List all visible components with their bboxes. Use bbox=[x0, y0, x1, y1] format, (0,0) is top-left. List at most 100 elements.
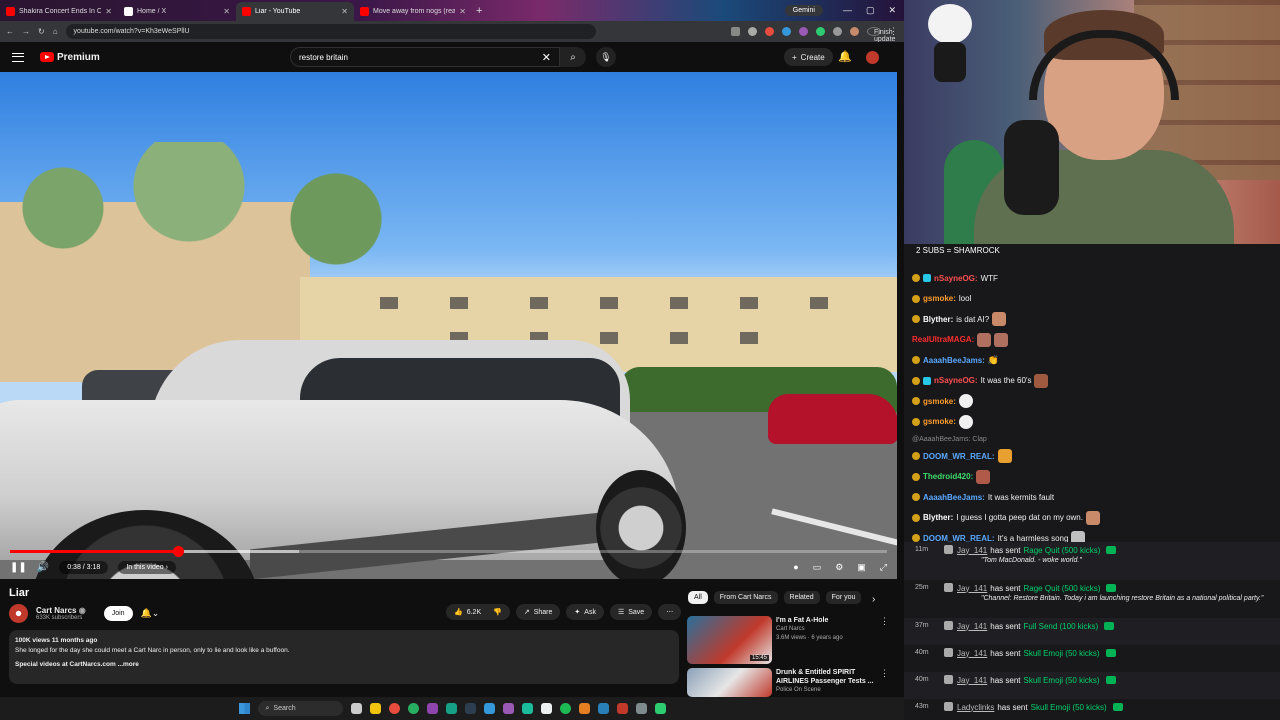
chat-username[interactable]: RealUltraMAGA: bbox=[912, 335, 974, 344]
event-username[interactable]: Jay_141 bbox=[957, 649, 987, 658]
close-icon[interactable]: ✕ bbox=[459, 7, 466, 16]
chat-username[interactable]: Blyther: bbox=[923, 315, 953, 324]
youtube-logo[interactable]: Premium bbox=[40, 52, 100, 63]
channel-name[interactable]: Cart Narcs ◉ bbox=[36, 606, 86, 615]
url-field[interactable]: youtube.com/watch?v=Kh3eWeSPllU bbox=[65, 24, 596, 39]
home-icon[interactable]: ⌂ bbox=[53, 27, 58, 36]
chevron-right-icon[interactable]: › bbox=[872, 594, 875, 605]
close-icon[interactable]: ✕ bbox=[105, 7, 112, 16]
app-icon[interactable] bbox=[464, 703, 476, 714]
chat-username[interactable]: Thedroid420: bbox=[923, 472, 973, 481]
puzzle-icon[interactable] bbox=[833, 27, 842, 36]
maximize-icon[interactable]: ▢ bbox=[866, 5, 875, 16]
scrubber-handle[interactable] bbox=[173, 546, 185, 557]
in-this-video-button[interactable]: In this video › bbox=[118, 560, 176, 574]
back-icon[interactable]: ← bbox=[6, 27, 14, 36]
chat-username[interactable]: DOOM_WR_REAL: bbox=[923, 452, 995, 461]
recommendation-item[interactable]: Drunk & Entitled SPIRIT AIRLINES Passeng… bbox=[687, 668, 889, 697]
close-window-icon[interactable]: ✕ bbox=[888, 5, 896, 16]
event-username[interactable]: Jay_141 bbox=[957, 584, 987, 593]
video-player[interactable]: ❚❚ 🔊 0:38 / 3:18 In this video › ● ▭ ⚙ ▣… bbox=[0, 72, 897, 579]
extension-icon[interactable] bbox=[799, 27, 808, 36]
chat-username[interactable]: gsmoke: bbox=[923, 294, 956, 303]
ask-button[interactable]: ✦ Ask bbox=[566, 604, 604, 620]
app-icon[interactable] bbox=[540, 703, 552, 714]
app-icon[interactable] bbox=[597, 703, 609, 714]
chip-all[interactable]: All bbox=[688, 591, 708, 604]
subscribe-bell-icon[interactable]: 🔔⌄ bbox=[141, 608, 160, 619]
gemini-button[interactable]: Gemini bbox=[784, 5, 823, 16]
recommendation-item[interactable]: 15:45 I'm a Fat A-Hole Cart Narcs 3.6M v… bbox=[687, 616, 889, 664]
app-icon[interactable] bbox=[521, 703, 533, 714]
autoplay-toggle-icon[interactable]: ● bbox=[793, 562, 798, 572]
bookmark-star-icon[interactable] bbox=[748, 27, 757, 36]
finish-update-button[interactable]: Finish update bbox=[867, 27, 895, 43]
app-icon[interactable] bbox=[635, 703, 647, 714]
miniplayer-icon[interactable]: ▣ bbox=[857, 562, 866, 573]
share-button[interactable]: ↗ Share bbox=[515, 604, 561, 620]
thumbs-down-icon[interactable]: 👎 bbox=[493, 608, 502, 616]
tab-3[interactable]: Move away from nogs (read d✕ bbox=[354, 2, 472, 21]
app-icon[interactable] bbox=[616, 703, 628, 714]
chat-username[interactable]: gsmoke: bbox=[923, 397, 956, 406]
chrome-icon[interactable] bbox=[407, 703, 419, 714]
app-icon[interactable] bbox=[426, 703, 438, 714]
search-button[interactable]: ⌕ bbox=[560, 47, 586, 67]
search-input[interactable]: restore britain ✕ bbox=[290, 47, 560, 67]
volume-icon[interactable]: 🔊 bbox=[37, 562, 49, 573]
reload-icon[interactable]: ↻ bbox=[38, 27, 45, 36]
account-avatar[interactable] bbox=[866, 51, 879, 64]
more-actions-button[interactable]: ⋯ bbox=[658, 604, 682, 620]
notifications-bell-icon[interactable]: 🔔 bbox=[838, 50, 852, 63]
app-icon[interactable] bbox=[578, 703, 590, 714]
chip-for-you[interactable]: For you bbox=[825, 591, 862, 604]
chat-username[interactable]: Blyther: bbox=[923, 513, 953, 522]
extension-icon[interactable] bbox=[816, 27, 825, 36]
chat-username[interactable]: AaaahBeeJams: bbox=[923, 356, 985, 365]
kebab-menu-icon[interactable]: ⋮ bbox=[889, 26, 898, 37]
extension-icon[interactable] bbox=[782, 27, 791, 36]
tab-2[interactable]: Liar - YouTube ✕ bbox=[236, 2, 354, 21]
join-button[interactable]: Join bbox=[103, 606, 133, 621]
event-username[interactable]: Jay_141 bbox=[957, 546, 987, 555]
channel-avatar[interactable] bbox=[9, 604, 28, 623]
fullscreen-icon[interactable]: ⤢ bbox=[880, 562, 887, 573]
profile-avatar[interactable] bbox=[850, 27, 859, 36]
clear-search-icon[interactable]: ✕ bbox=[542, 51, 551, 64]
tab-0[interactable]: Shakira Concert Ends In Comp✕ bbox=[0, 2, 118, 21]
hamburger-menu-icon[interactable] bbox=[12, 52, 24, 62]
chip-related[interactable]: Related bbox=[783, 591, 820, 604]
extension-icon[interactable] bbox=[765, 27, 774, 36]
minimize-icon[interactable]: — bbox=[843, 5, 852, 16]
chat-username[interactable]: nSayneOG: bbox=[934, 274, 978, 283]
settings-gear-icon[interactable]: ⚙ bbox=[835, 562, 843, 573]
chat-username[interactable]: AaaahBeeJams: bbox=[923, 493, 985, 502]
app-icon[interactable] bbox=[654, 703, 666, 714]
new-tab-button[interactable]: + bbox=[476, 5, 482, 17]
spotify-icon[interactable] bbox=[559, 703, 571, 714]
app-icon[interactable] bbox=[502, 703, 514, 714]
voice-search-button[interactable]: 🎙 bbox=[596, 47, 616, 67]
file-explorer-icon[interactable] bbox=[369, 703, 381, 714]
progress-bar[interactable] bbox=[10, 546, 887, 557]
windows-start-icon[interactable] bbox=[238, 703, 250, 714]
event-username[interactable]: Jay_141 bbox=[957, 622, 987, 631]
chat-username[interactable]: nSayneOG: bbox=[934, 376, 978, 385]
like-button[interactable]: 👍 6.2K 👎 bbox=[446, 604, 510, 620]
kebab-menu-icon[interactable]: ⋮ bbox=[880, 668, 889, 697]
taskbar-search[interactable]: ⌕ Search bbox=[257, 701, 343, 716]
close-icon[interactable]: ✕ bbox=[341, 7, 348, 16]
event-username[interactable]: Ladyclinks bbox=[957, 703, 994, 712]
cast-icon[interactable] bbox=[731, 27, 740, 36]
tab-1[interactable]: Home / X ✕ bbox=[118, 2, 236, 21]
captions-icon[interactable]: ▭ bbox=[813, 562, 822, 573]
event-username[interactable]: Jay_141 bbox=[957, 676, 987, 685]
chip-from-channel[interactable]: From Cart Narcs bbox=[713, 591, 778, 604]
close-icon[interactable]: ✕ bbox=[223, 7, 230, 16]
chrome-icon[interactable] bbox=[388, 703, 400, 714]
app-icon[interactable] bbox=[445, 703, 457, 714]
app-icon[interactable] bbox=[483, 703, 495, 714]
save-button[interactable]: ☰ Save bbox=[609, 604, 653, 620]
kebab-menu-icon[interactable]: ⋮ bbox=[880, 616, 889, 664]
chat-username[interactable]: gsmoke: bbox=[923, 417, 956, 426]
